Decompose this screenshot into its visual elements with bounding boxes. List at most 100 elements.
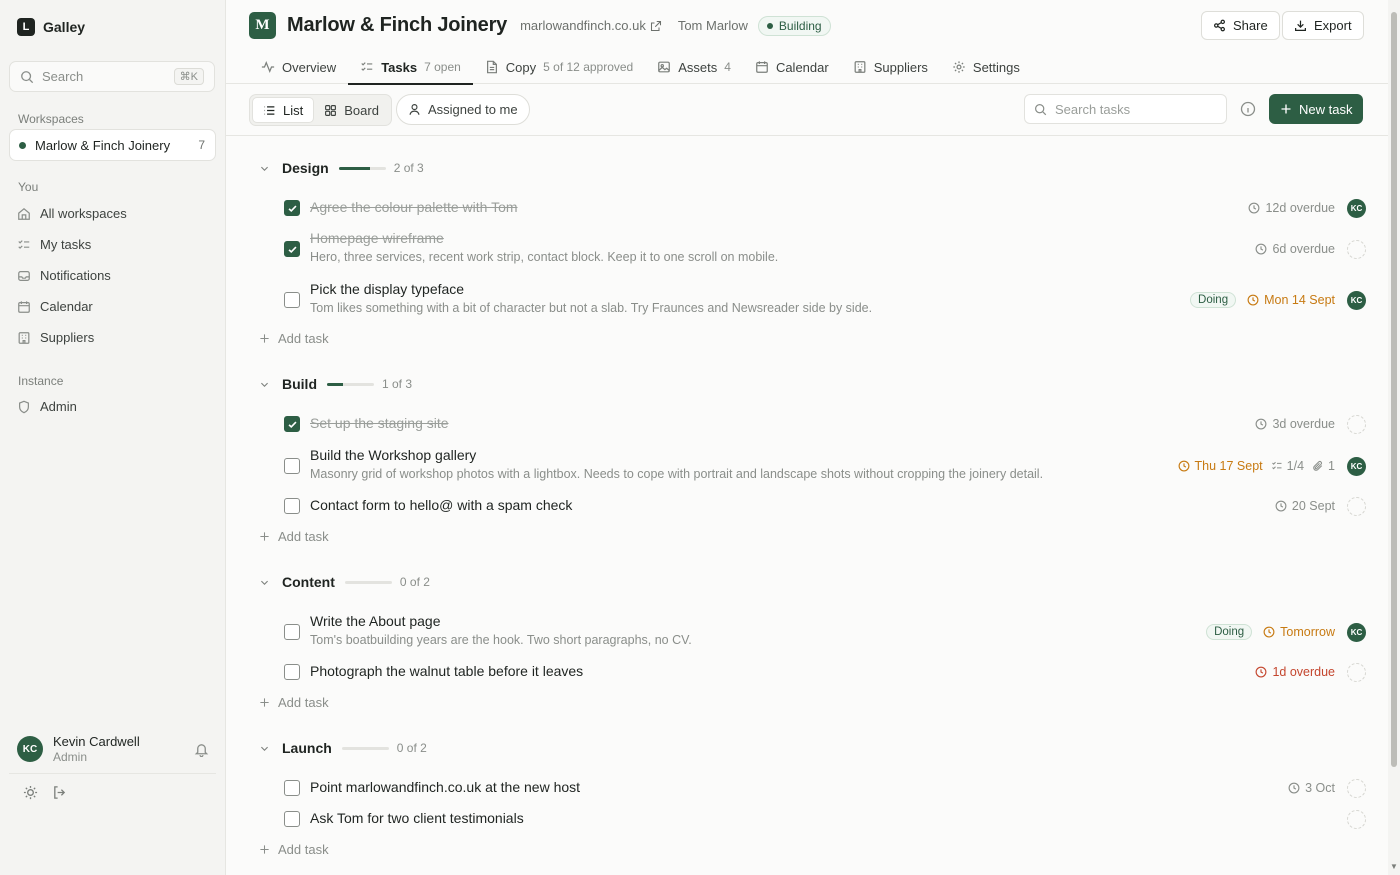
sidebar-item-all-workspaces[interactable]: All workspaces <box>17 206 127 221</box>
task-row[interactable]: Contact form to hello@ with a spam check… <box>226 496 1366 516</box>
chevron-down-icon[interactable] <box>259 379 270 390</box>
task-checkbox[interactable] <box>284 780 300 796</box>
export-button[interactable]: Export <box>1282 11 1364 40</box>
assignee-avatar[interactable] <box>1347 662 1366 682</box>
tab-bar: Overview Tasks 7 open Copy 5 of 12 appro… <box>261 50 1032 85</box>
board-view-button[interactable]: Board <box>314 97 389 123</box>
sidebar-item-admin[interactable]: Admin <box>17 399 77 414</box>
section-header-build[interactable]: Build 1 of 3 <box>259 376 412 392</box>
assignee-avatar[interactable]: KC <box>1347 622 1366 642</box>
add-task-button[interactable]: Add task <box>259 695 329 710</box>
tab-suppliers[interactable]: Suppliers <box>841 50 940 84</box>
assignee-avatar[interactable] <box>1347 809 1366 829</box>
task-checkbox[interactable] <box>284 664 300 680</box>
task-title[interactable]: Set up the staging site <box>310 415 449 431</box>
tab-settings[interactable]: Settings <box>940 50 1032 84</box>
assignee-avatar[interactable] <box>1347 239 1366 259</box>
logout-icon[interactable] <box>52 785 67 800</box>
assignee-avatar[interactable]: KC <box>1347 198 1366 218</box>
task-title[interactable]: Pick the display typeface <box>310 281 464 297</box>
task-title[interactable]: Point marlowandfinch.co.uk at the new ho… <box>310 779 580 795</box>
chevron-down-icon[interactable] <box>259 163 270 174</box>
assignee-avatar[interactable] <box>1347 778 1366 798</box>
task-checkbox[interactable] <box>284 498 300 514</box>
list-view-button[interactable]: List <box>252 97 315 123</box>
add-task-button[interactable]: Add task <box>259 842 329 857</box>
assigned-to-me-filter[interactable]: Assigned to me <box>396 94 530 125</box>
tab-tasks[interactable]: Tasks 7 open <box>348 50 473 85</box>
due-label: 12d overdue <box>1265 201 1335 215</box>
task-checkbox[interactable] <box>284 241 300 257</box>
task-row[interactable]: Agree the colour palette with Tom 12d ove… <box>226 198 1366 218</box>
bell-icon[interactable] <box>194 742 209 757</box>
task-row[interactable]: Photograph the walnut table before it le… <box>226 662 1366 682</box>
global-search-input[interactable]: Search ⌘K <box>9 61 215 92</box>
shield-icon <box>17 400 31 414</box>
task-title[interactable]: Photograph the walnut table before it le… <box>310 663 583 679</box>
assignee-avatar[interactable]: KC <box>1347 290 1366 310</box>
task-checkbox[interactable] <box>284 811 300 827</box>
task-title[interactable]: Ask Tom for two client testimonials <box>310 810 524 826</box>
sidebar-item-my-tasks[interactable]: My tasks <box>17 237 91 252</box>
assignee-avatar[interactable]: KC <box>1347 456 1366 476</box>
task-due-date: 12d overdue <box>1248 201 1335 215</box>
sidebar-item-suppliers[interactable]: Suppliers <box>17 330 94 345</box>
add-task-label: Add task <box>278 331 329 346</box>
task-title[interactable]: Contact form to hello@ with a spam check <box>310 497 572 513</box>
section-header-content[interactable]: Content 0 of 2 <box>259 574 430 590</box>
theme-toggle-icon[interactable] <box>23 785 38 800</box>
clock-icon <box>1247 294 1259 306</box>
share-button[interactable]: Share <box>1201 11 1280 40</box>
user-profile[interactable]: KC Kevin Cardwell Admin <box>17 734 209 764</box>
assignee-avatar[interactable] <box>1347 414 1366 434</box>
tab-assets[interactable]: Assets 4 <box>645 50 743 84</box>
task-title[interactable]: Write the About page <box>310 613 441 629</box>
info-icon[interactable] <box>1240 101 1256 117</box>
task-title[interactable]: Build the Workshop gallery <box>310 447 476 463</box>
task-title[interactable]: Homepage wireframe <box>310 230 444 246</box>
assignee-avatar[interactable] <box>1347 496 1366 516</box>
brand[interactable]: L Galley <box>17 18 85 36</box>
tab-overview[interactable]: Overview <box>261 50 348 84</box>
site-link[interactable]: marlowandfinch.co.uk <box>520 18 662 33</box>
section-header-launch[interactable]: Launch 0 of 2 <box>259 740 427 756</box>
sidebar-item-workspace[interactable]: Marlow & Finch Joinery 7 <box>9 129 216 161</box>
task-checkbox[interactable] <box>284 200 300 216</box>
task-due-date: 6d overdue <box>1255 242 1335 256</box>
task-row[interactable]: Ask Tom for two client testimonials <box>226 809 1366 829</box>
search-tasks-input[interactable] <box>1055 101 1215 117</box>
add-task-button[interactable]: Add task <box>259 529 329 544</box>
task-row[interactable]: Point marlowandfinch.co.uk at the new ho… <box>226 778 1366 798</box>
tab-label: Overview <box>282 59 337 75</box>
section-header-design[interactable]: Design 2 of 3 <box>259 160 424 176</box>
task-row[interactable]: Homepage wireframe Hero, three services, … <box>226 229 1366 269</box>
task-row[interactable]: Pick the display typeface Tom likes somet… <box>226 280 1366 320</box>
share-label: Share <box>1233 18 1268 33</box>
task-checkbox[interactable] <box>284 458 300 474</box>
new-task-button[interactable]: New task <box>1269 94 1364 124</box>
sidebar-item-notifications[interactable]: Notifications <box>17 268 111 283</box>
task-row[interactable]: Set up the staging site 3d overdue <box>226 414 1366 434</box>
scroll-down-icon[interactable]: ▼ <box>1390 862 1398 871</box>
task-row[interactable]: Build the Workshop gallery Masonry grid o… <box>226 446 1366 486</box>
chevron-down-icon[interactable] <box>259 577 270 588</box>
task-checkbox[interactable] <box>284 416 300 432</box>
scrollbar[interactable]: ▼ <box>1388 0 1400 875</box>
list-check-icon <box>17 238 31 252</box>
tab-calendar[interactable]: Calendar <box>743 50 841 84</box>
calendar-icon <box>755 60 769 74</box>
plus-icon <box>259 697 270 708</box>
task-row[interactable]: Write the About page Tom's boatbuilding y… <box>226 612 1366 652</box>
chevron-down-icon[interactable] <box>259 743 270 754</box>
task-checkbox[interactable] <box>284 624 300 640</box>
task-title[interactable]: Agree the colour palette with Tom <box>310 199 518 215</box>
task-checkbox[interactable] <box>284 292 300 308</box>
sidebar-item-calendar[interactable]: Calendar <box>17 299 93 314</box>
plus-icon <box>1280 103 1292 115</box>
scrollbar-thumb[interactable] <box>1391 12 1397 767</box>
sidebar-divider <box>9 773 216 774</box>
task-meta: 3 Oct <box>1288 778 1366 798</box>
attachment-label: 1 <box>1328 459 1335 473</box>
tab-copy[interactable]: Copy 5 of 12 approved <box>473 50 645 84</box>
add-task-button[interactable]: Add task <box>259 331 329 346</box>
